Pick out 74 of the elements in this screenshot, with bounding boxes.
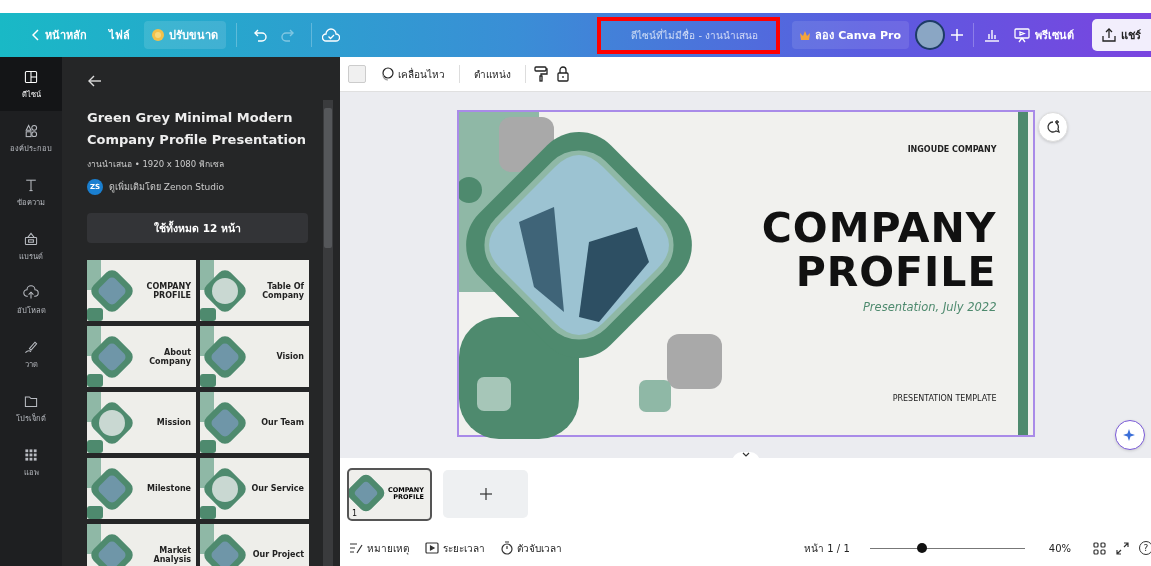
slide[interactable]: INGOUDE COMPANY COMPANY PROFILE Presentation, July 2022 PRESENTATION TEMPLATE bbox=[456, 110, 1035, 437]
template-thumbnail[interactable]: Our Service bbox=[200, 458, 309, 519]
template-thumbnail[interactable]: Mission bbox=[87, 392, 196, 453]
thumbnail-title: Mission bbox=[156, 418, 191, 427]
apps-grid-icon bbox=[23, 446, 39, 463]
play-screen-icon bbox=[425, 542, 439, 554]
template-thumbnail[interactable]: Market Analysis bbox=[87, 524, 196, 566]
add-comment-button[interactable] bbox=[1038, 112, 1068, 142]
template-thumbnail[interactable]: Table Of Company bbox=[200, 260, 309, 321]
present-button[interactable]: พรีเซนต์ bbox=[1006, 21, 1082, 49]
magic-button[interactable] bbox=[1115, 420, 1145, 450]
try-pro-button[interactable]: ลอง Canva Pro bbox=[792, 21, 909, 49]
thumbnail-title: Our Service bbox=[251, 484, 304, 493]
page-number: 1 bbox=[352, 508, 358, 518]
slider-thumb[interactable] bbox=[917, 543, 928, 553]
thumbnail-title: Market Analysis bbox=[152, 545, 191, 564]
animate-icon bbox=[380, 67, 394, 81]
template-thumbnail[interactable]: COMPANY PROFILE bbox=[87, 260, 196, 321]
shapes-icon bbox=[23, 122, 39, 139]
slide-footer-text: PRESENTATION TEMPLATE bbox=[892, 394, 997, 403]
thumbnail-title: Milestone bbox=[146, 484, 191, 493]
duration-button[interactable]: ระยะเวลา bbox=[422, 538, 488, 558]
template-thumbnail[interactable]: Vision bbox=[200, 326, 309, 387]
comment-plus-icon bbox=[1045, 119, 1061, 135]
template-thumbnail[interactable]: Our Team bbox=[200, 392, 309, 453]
notes-button[interactable]: หมายเหตุ bbox=[346, 538, 412, 558]
back-arrow-icon[interactable] bbox=[87, 73, 103, 89]
zoom-slider[interactable] bbox=[869, 542, 1025, 554]
slide-subtitle: Presentation, July 2022 bbox=[862, 300, 997, 314]
slide-title: COMPANY bbox=[761, 206, 997, 250]
position-button[interactable]: ตำแหน่ง bbox=[468, 62, 517, 86]
grid-view-icon[interactable] bbox=[1093, 541, 1106, 555]
crown-icon bbox=[800, 30, 811, 40]
thumbnail-title: COMPANY PROFILE bbox=[145, 281, 191, 300]
avatar[interactable] bbox=[915, 20, 945, 50]
upload-icon bbox=[1102, 28, 1116, 42]
page-indicator: หน้า 1 / 1 bbox=[804, 541, 850, 556]
thumbnail-title: Table Of Company bbox=[261, 281, 304, 300]
slide-title: PROFILE bbox=[795, 250, 997, 294]
animate-button[interactable]: เคลื่อนไหว bbox=[374, 62, 451, 86]
zoom-percentage[interactable]: 40% bbox=[1048, 542, 1071, 554]
chevron-down-icon bbox=[741, 452, 750, 458]
template-thumbnail[interactable]: Our Project bbox=[200, 524, 309, 566]
use-all-pages-button[interactable]: ใช้ทั้งหมด 12 หน้า bbox=[87, 213, 308, 243]
template-meta: งานนำเสนอ • 1920 x 1080 พิกเซล bbox=[87, 158, 225, 171]
layout-icon bbox=[23, 68, 39, 85]
cloud-check-icon[interactable] bbox=[322, 28, 340, 42]
template-title: Green Grey Minimal Modern Company Profile Presentation bbox=[87, 109, 308, 149]
thumbnail-title: Our Team bbox=[261, 418, 304, 427]
presentation-screen-icon bbox=[1014, 27, 1030, 43]
stopwatch-icon bbox=[501, 541, 513, 555]
paint-roller-icon[interactable] bbox=[534, 66, 548, 82]
fullscreen-icon[interactable] bbox=[1116, 541, 1129, 555]
bar-chart-icon[interactable] bbox=[984, 28, 1000, 42]
timer-button[interactable]: ตัวจับเวลา bbox=[498, 538, 565, 558]
thumbnail-title: Our Project bbox=[252, 550, 304, 559]
chevron-left-icon bbox=[32, 29, 40, 41]
scrollbar[interactable] bbox=[323, 100, 333, 566]
company-name: INGOUDE COMPANY bbox=[907, 145, 997, 154]
sparkle-icon bbox=[1123, 428, 1137, 442]
briefcase-icon bbox=[23, 230, 39, 247]
author-link[interactable]: ดูเพิ่มเติมโดย Zenon Studio bbox=[109, 180, 224, 194]
template-thumbnail[interactable]: About Company bbox=[87, 326, 196, 387]
thumbnail-title: Vision bbox=[276, 352, 304, 361]
lock-icon[interactable] bbox=[556, 66, 570, 82]
notes-icon bbox=[349, 542, 363, 554]
color-swatch[interactable] bbox=[348, 65, 366, 83]
thumbnail-title: About Company bbox=[148, 347, 191, 366]
template-thumbnail[interactable]: Milestone bbox=[87, 458, 196, 519]
coin-icon bbox=[152, 29, 164, 41]
plus-icon[interactable] bbox=[951, 29, 963, 41]
share-button[interactable]: แชร์ bbox=[1092, 19, 1151, 51]
plus-icon bbox=[479, 488, 492, 500]
cloud-upload-icon bbox=[23, 284, 39, 301]
